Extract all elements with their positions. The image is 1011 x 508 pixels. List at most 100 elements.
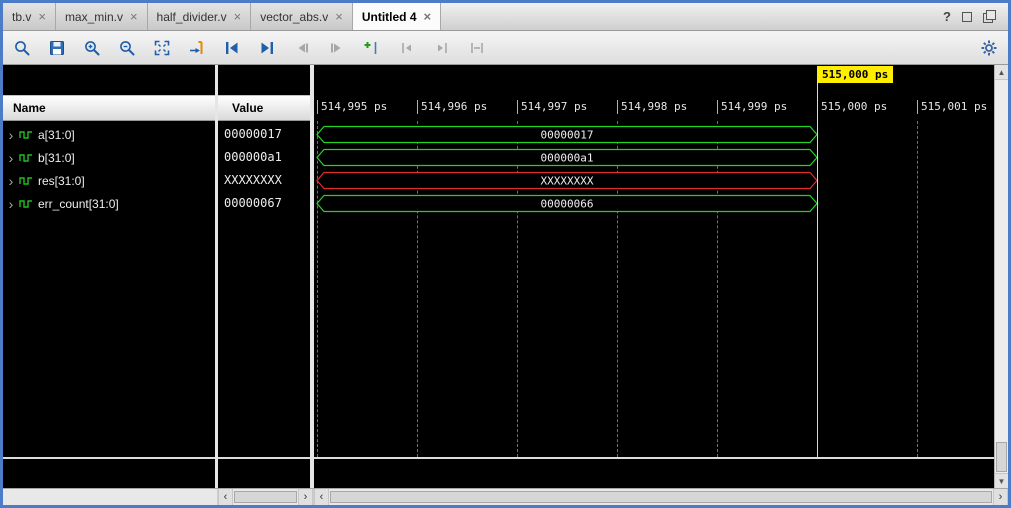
value-header-label: Value (232, 101, 263, 115)
cursor-time-badge[interactable]: 515,000 ps (817, 66, 893, 83)
settings-gear-icon (980, 39, 998, 57)
previous-marker-icon (398, 39, 416, 57)
tab-bar-controls: ? (931, 3, 1008, 30)
time-tick-label: 514,997 ps (517, 100, 587, 114)
scroll-down-button[interactable]: ▼ (995, 473, 1008, 488)
tab-label: max_min.v (65, 10, 123, 24)
swap-cursors-button[interactable] (466, 37, 488, 59)
close-icon[interactable]: × (130, 10, 138, 23)
search-button[interactable] (11, 37, 33, 59)
tab-vector-abs-v[interactable]: vector_abs.v × (251, 3, 353, 30)
chevron-expand-icon[interactable]: › (3, 151, 19, 165)
bus-value-label: 00000066 (541, 198, 594, 211)
waveform-top-strip: 515,000 ps (314, 65, 994, 95)
tab-tb-v[interactable]: tb.v × (3, 3, 56, 30)
value-panel-body: 00000017 000000a1 XXXXXXXX 00000067 (218, 121, 310, 488)
time-tick-label: 514,996 ps (417, 100, 487, 114)
previous-transition-button[interactable] (291, 37, 313, 59)
tab-label: vector_abs.v (260, 10, 328, 24)
scroll-up-button[interactable]: ▲ (995, 65, 1008, 80)
chevron-expand-icon[interactable]: › (3, 197, 19, 211)
zoom-out-icon (118, 39, 136, 57)
panel-split-line (218, 457, 310, 459)
name-column-header[interactable]: Name (3, 95, 215, 121)
tab-label: tb.v (12, 10, 31, 24)
time-cursor-line[interactable] (817, 83, 818, 457)
bus-signal-icon (19, 129, 33, 141)
float-window-icon[interactable] (962, 12, 972, 22)
signal-name-panel: Name › a[31:0] › b[31:0] › (3, 65, 215, 488)
vertical-scrollbar-thumb[interactable] (996, 442, 1007, 472)
scrollbar-track[interactable] (233, 489, 298, 505)
save-icon (48, 39, 66, 57)
settings-button[interactable] (978, 37, 1000, 59)
zoom-in-button[interactable] (81, 37, 103, 59)
tab-max-min-v[interactable]: max_min.v × (56, 3, 148, 30)
signal-name: b[31:0] (38, 151, 75, 165)
go-to-last-time-icon (258, 39, 276, 57)
bus-signal-icon (19, 152, 33, 164)
zoom-fit-button[interactable] (151, 37, 173, 59)
value-column-header[interactable]: Value (218, 95, 310, 121)
chevron-expand-icon[interactable]: › (3, 128, 19, 142)
go-to-last-time-button[interactable] (256, 37, 278, 59)
scroll-right-button[interactable]: › (298, 489, 313, 505)
close-icon[interactable]: × (38, 10, 46, 23)
tab-untitled-4[interactable]: Untitled 4 × (353, 3, 441, 30)
swap-cursors-icon (468, 39, 486, 57)
save-wave-config-button[interactable] (46, 37, 68, 59)
previous-marker-button[interactable] (396, 37, 418, 59)
bus-signal-icon (19, 175, 33, 187)
name-header-label: Name (13, 101, 46, 115)
scrollbar-thumb[interactable] (330, 491, 992, 503)
vertical-scrollbar[interactable]: ▲ ▼ (994, 65, 1008, 488)
signal-row-res[interactable]: › res[31:0] (3, 169, 215, 192)
chevron-expand-icon[interactable]: › (3, 174, 19, 188)
tab-half-divider-v[interactable]: half_divider.v × (148, 3, 252, 30)
signal-value: 00000017 (218, 123, 310, 146)
help-icon[interactable]: ? (943, 9, 951, 24)
time-tick-label: 515,001 ps (917, 100, 987, 114)
wave-toolbar (3, 31, 1008, 65)
zoom-to-cursor-button[interactable] (186, 37, 208, 59)
bus-signal-icon (19, 198, 33, 210)
signal-row-err-count[interactable]: › err_count[31:0] (3, 192, 215, 215)
panel-split-line (3, 457, 215, 459)
go-to-time-0-button[interactable] (221, 37, 243, 59)
tab-label: half_divider.v (157, 10, 227, 24)
bus-value-label: XXXXXXXX (541, 175, 594, 188)
scroll-left-button[interactable]: ‹ (218, 489, 233, 505)
scrollbar-track[interactable] (329, 489, 993, 505)
zoom-out-button[interactable] (116, 37, 138, 59)
wave-viewer-main: Name › a[31:0] › b[31:0] › (3, 65, 1008, 488)
time-tick-label: 515,000 ps (817, 100, 887, 114)
scroll-left-button[interactable]: ‹ (314, 489, 329, 505)
bus-value-label: 00000017 (541, 129, 594, 142)
scroll-right-button[interactable]: › (993, 489, 1008, 505)
add-marker-button[interactable] (361, 37, 383, 59)
tab-label: Untitled 4 (362, 10, 417, 24)
close-icon[interactable]: × (335, 10, 343, 23)
value-panel-scrollbar[interactable]: ‹ › (218, 489, 314, 505)
signal-row-b[interactable]: › b[31:0] (3, 146, 215, 169)
next-transition-button[interactable] (326, 37, 348, 59)
name-panel-body: › a[31:0] › b[31:0] › res[31:0] (3, 121, 215, 488)
close-icon[interactable]: × (424, 10, 432, 23)
next-transition-icon (328, 39, 346, 57)
waveform-canvas[interactable]: 00000017 000000a1 XXXXXXXX (314, 121, 994, 488)
new-window-icon[interactable] (983, 10, 996, 23)
signal-name: res[31:0] (38, 174, 85, 188)
time-ruler[interactable]: 514,995 ps 514,996 ps 514,997 ps 514,998… (314, 95, 994, 121)
signal-name: err_count[31:0] (38, 197, 119, 211)
next-marker-button[interactable] (431, 37, 453, 59)
search-icon (13, 39, 31, 57)
signal-value: 00000067 (218, 192, 310, 215)
signal-row-a[interactable]: › a[31:0] (3, 123, 215, 146)
panel-split-line (314, 457, 994, 459)
zoom-fit-icon (153, 39, 171, 57)
scrollbar-thumb[interactable] (234, 491, 297, 503)
simulation-wave-window: tb.v × max_min.v × half_divider.v × vect… (0, 0, 1011, 508)
name-panel-top-spacer (3, 65, 215, 95)
close-icon[interactable]: × (234, 10, 242, 23)
waveform-scrollbar[interactable]: ‹ › (314, 489, 1008, 505)
